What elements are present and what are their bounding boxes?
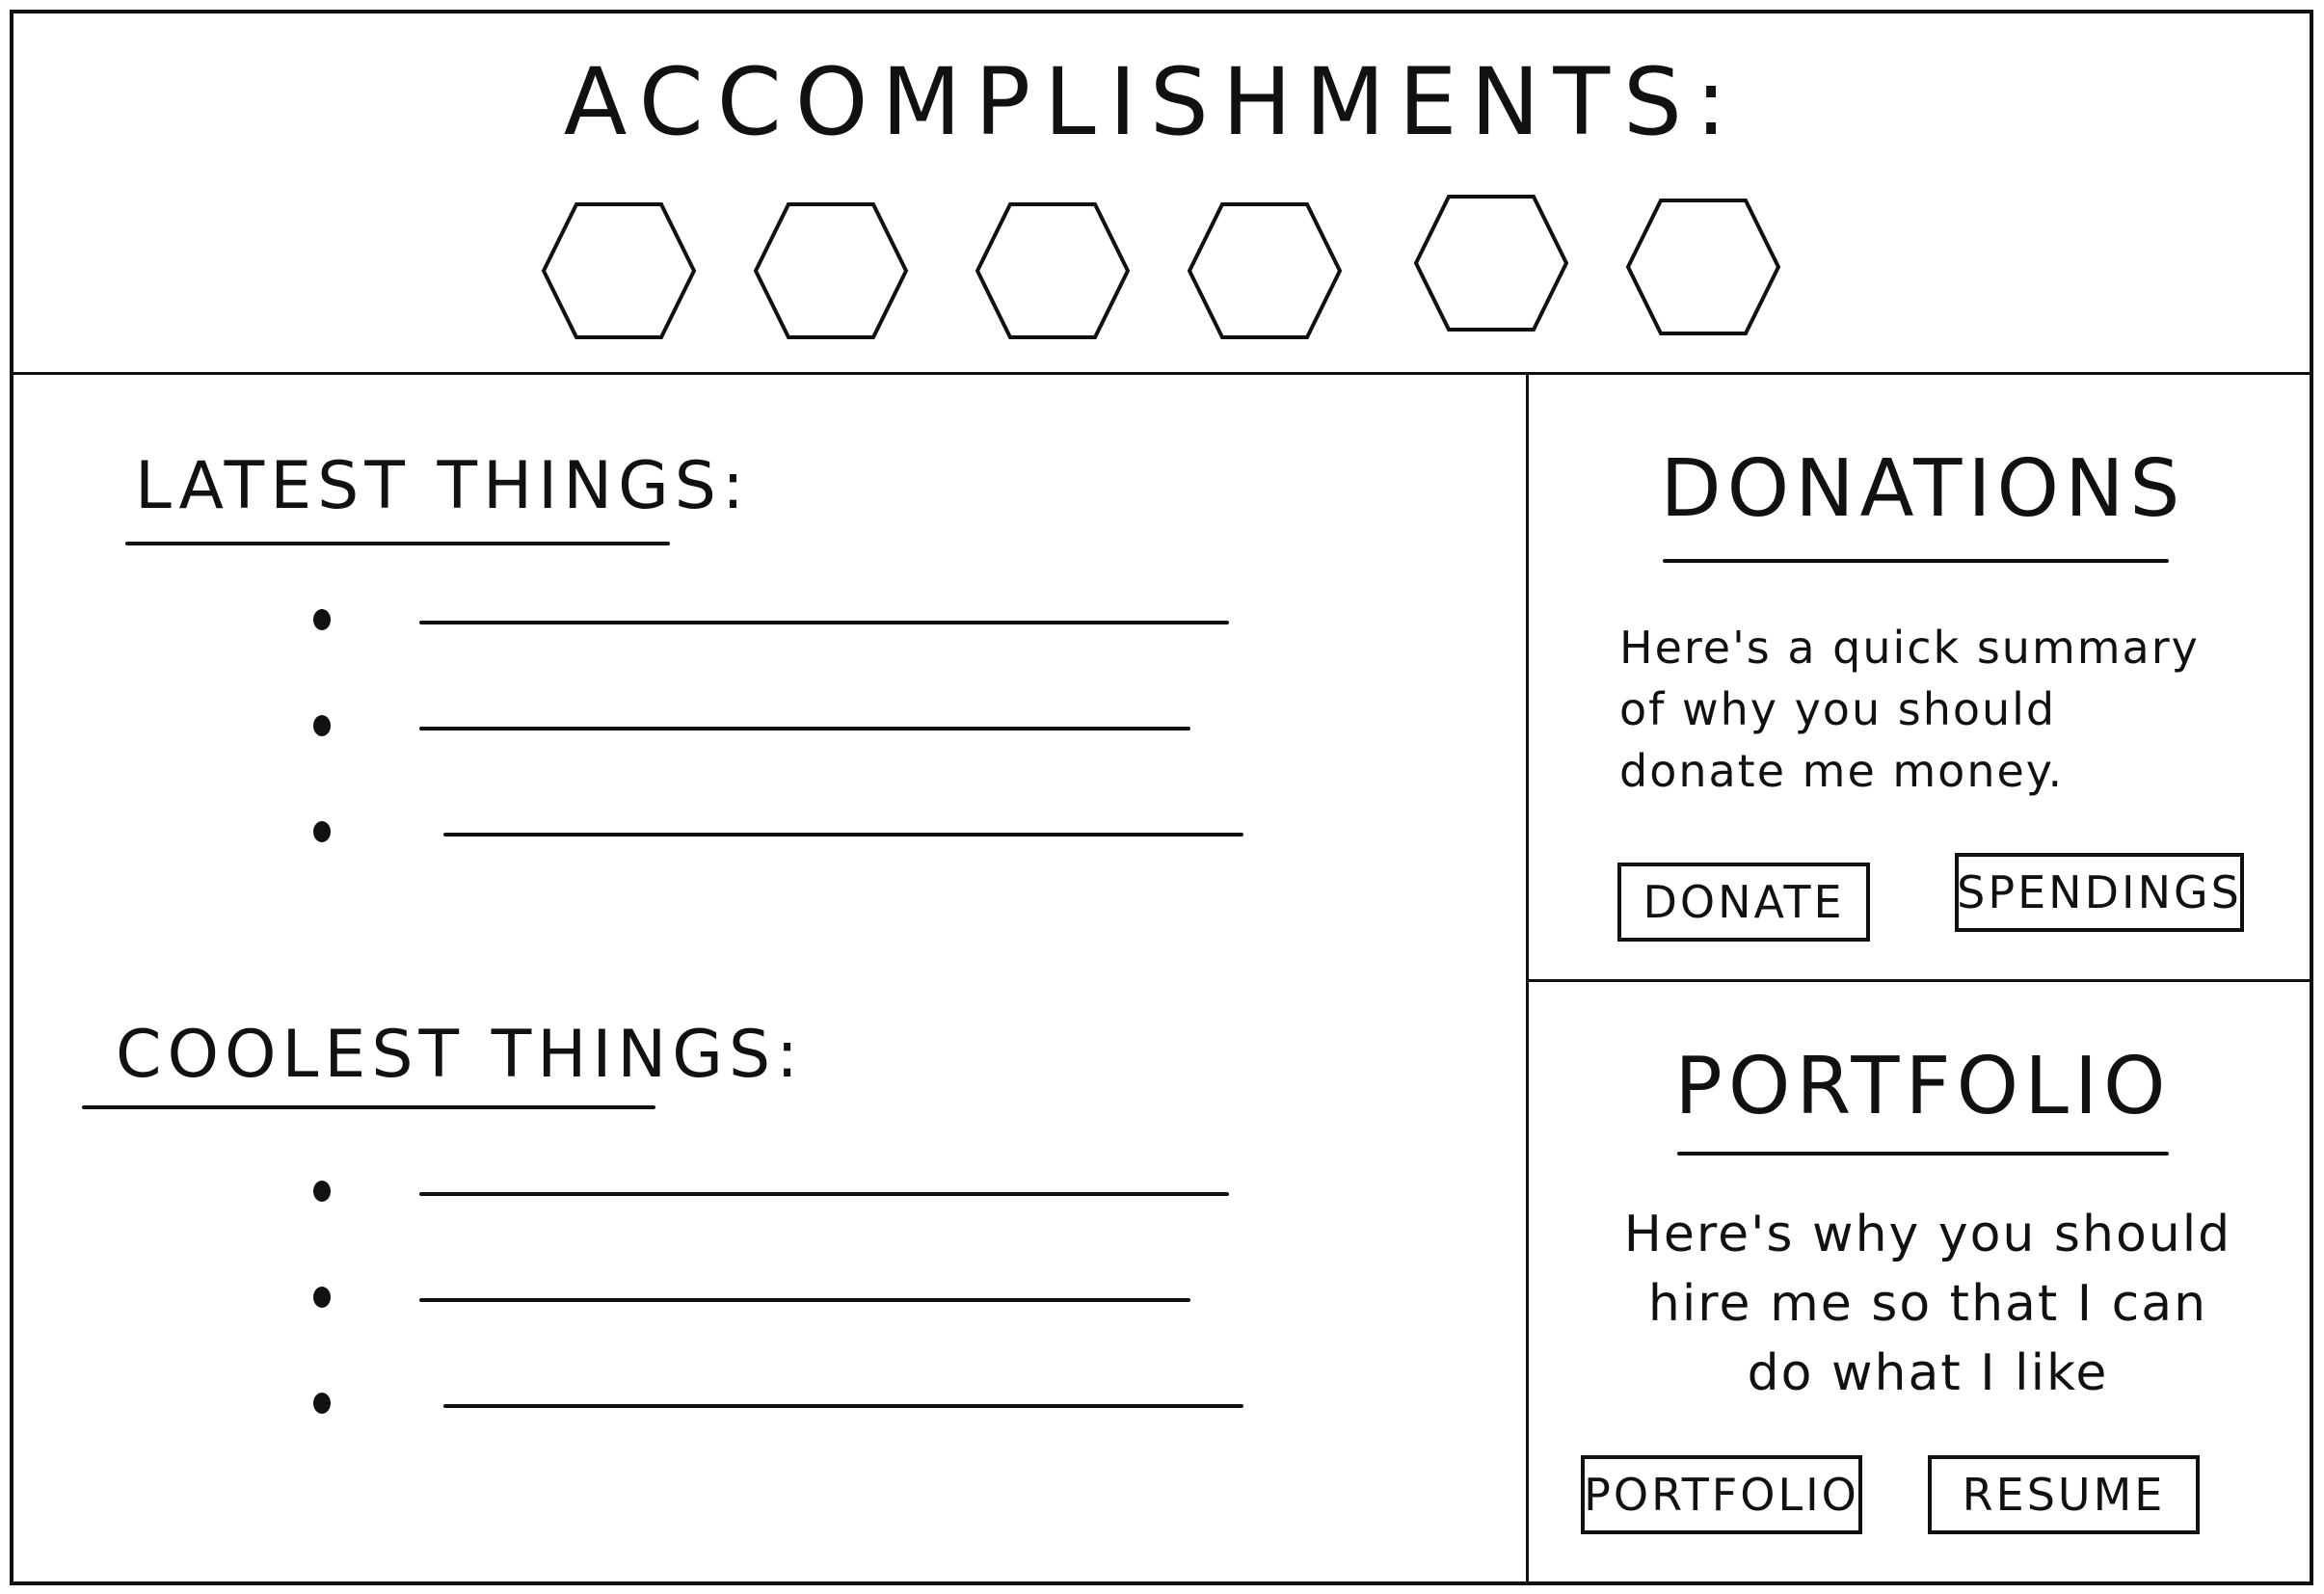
text-placeholder [419, 1298, 1190, 1302]
text-placeholder [419, 1192, 1229, 1196]
bullet-icon [313, 1393, 331, 1414]
latest-things-heading: LATEST THINGS: [135, 448, 750, 524]
text-placeholder [419, 727, 1190, 731]
sidebar-section-divider [1526, 979, 2313, 982]
donate-button[interactable]: DONATE [1617, 863, 1870, 942]
coolest-things-heading: COOLEST THINGS: [116, 1017, 805, 1093]
page-title: ACCOMPLISHMENTS: [563, 48, 1741, 156]
resume-button[interactable]: RESUME [1928, 1455, 2200, 1534]
list-item[interactable] [313, 696, 1258, 802]
hexagon-badge-icon[interactable] [752, 200, 910, 341]
hexagon-badge-icon[interactable] [974, 200, 1132, 341]
bullet-icon [313, 609, 331, 630]
text-placeholder [443, 833, 1243, 837]
coolest-things-list [313, 1161, 1258, 1479]
accomplishment-badges [540, 195, 1793, 345]
list-item[interactable] [313, 590, 1258, 696]
list-item[interactable] [313, 1373, 1258, 1479]
portfolio-heading: PORTFOLIO [1674, 1041, 2172, 1132]
portfolio-underline [1677, 1152, 2169, 1156]
bullet-icon [313, 821, 331, 842]
hexagon-badge-icon[interactable] [540, 200, 698, 341]
hexagon-badge-icon[interactable] [1624, 197, 1782, 337]
text-placeholder [443, 1404, 1243, 1408]
spendings-button[interactable]: SPENDINGS [1955, 853, 2244, 932]
sidebar-divider [1526, 372, 1529, 1584]
portfolio-button[interactable]: PORTFOLIO [1581, 1455, 1862, 1534]
portfolio-summary: Here's why you should hire me so that I … [1623, 1206, 2232, 1402]
text-placeholder [419, 621, 1229, 624]
donations-underline [1663, 559, 2169, 563]
donations-heading: DONATIONS [1660, 443, 2186, 535]
list-item[interactable] [313, 802, 1258, 908]
hexagon-badge-icon[interactable] [1186, 200, 1344, 341]
bullet-icon [313, 715, 331, 736]
list-item[interactable] [313, 1267, 1258, 1373]
latest-things-underline [125, 542, 670, 545]
latest-things-list [313, 590, 1258, 908]
list-item[interactable] [313, 1161, 1258, 1267]
donations-summary: Here's a quick summary of why you should… [1619, 622, 2200, 797]
coolest-things-underline [82, 1105, 655, 1109]
bullet-icon [313, 1287, 331, 1308]
header-divider [10, 372, 2313, 375]
bullet-icon [313, 1181, 331, 1202]
hexagon-badge-icon[interactable] [1412, 193, 1570, 333]
